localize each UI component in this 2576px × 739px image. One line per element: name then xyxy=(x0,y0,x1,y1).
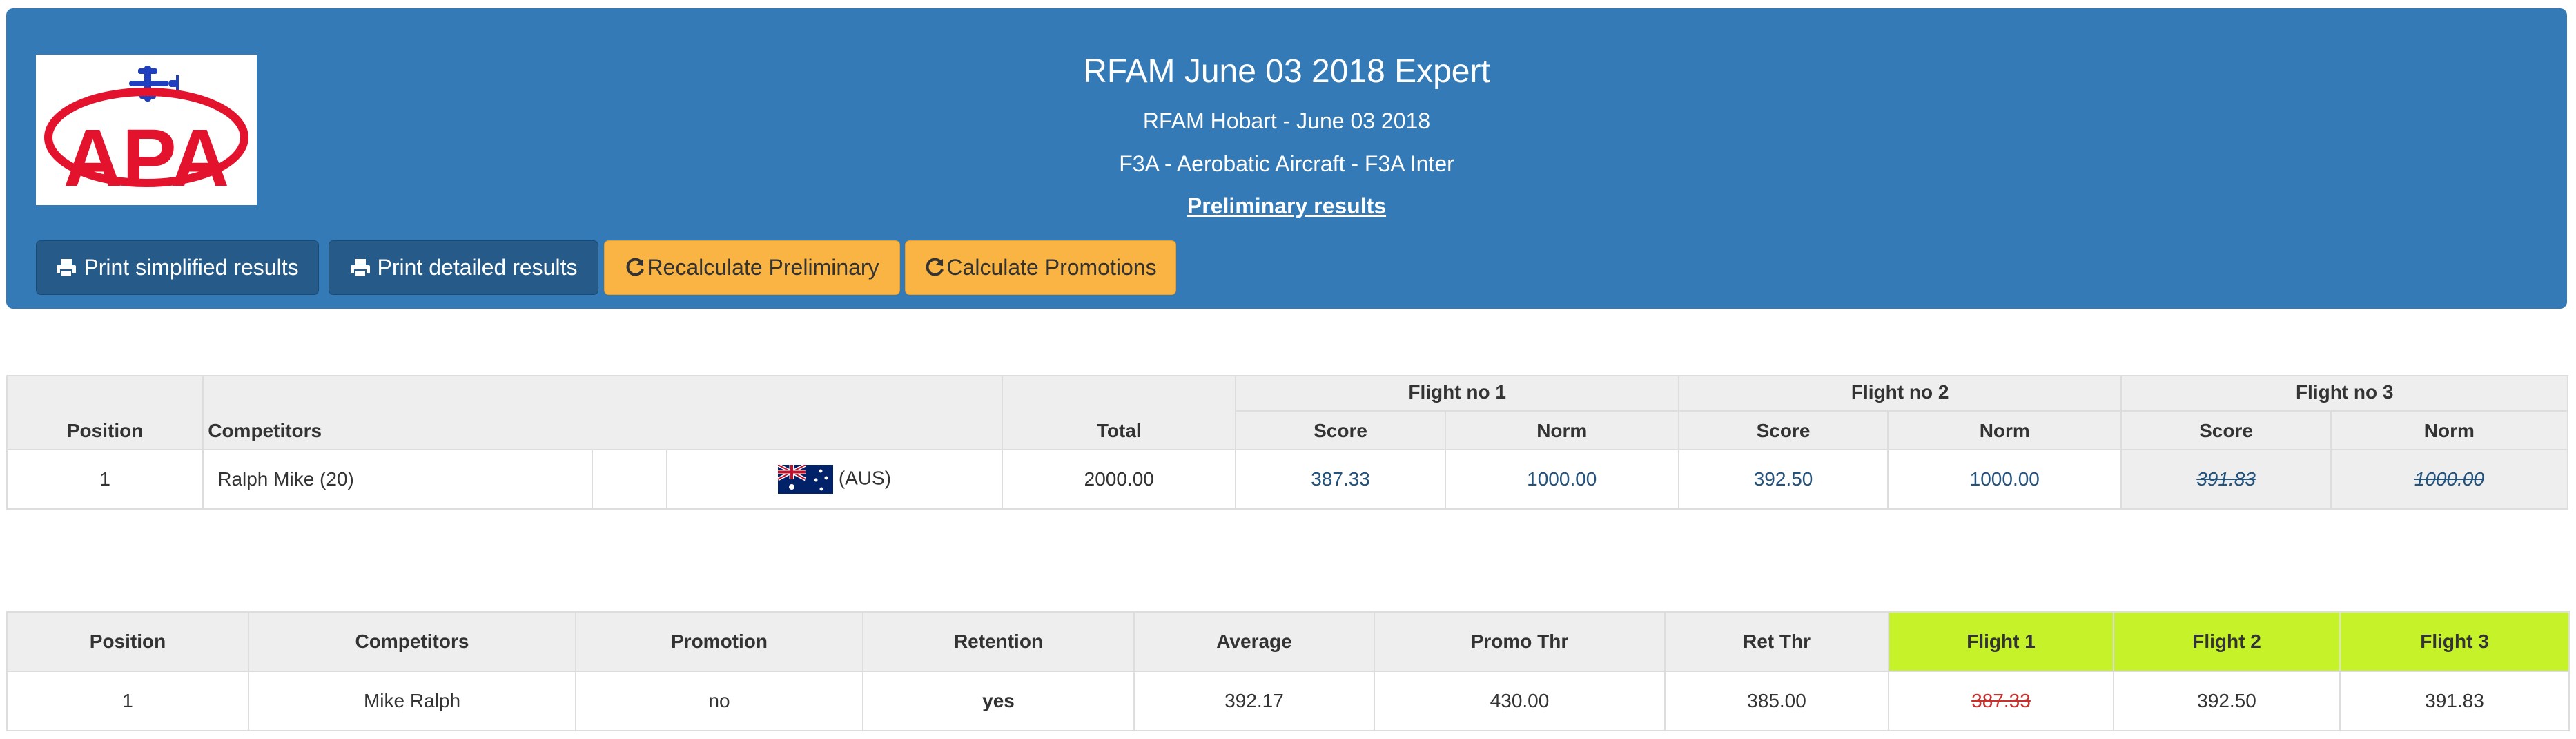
col-total: Total xyxy=(1002,375,1237,450)
promo-row-promotion: no xyxy=(575,671,863,731)
col-f1-score: Score xyxy=(1235,410,1446,450)
printer-icon xyxy=(57,258,77,278)
row-f3-norm-cell: 1000.00 xyxy=(2330,449,2569,510)
promo-col-ret-thr: Ret Thr xyxy=(1664,611,1889,672)
results-table: Position Competitors Total Flight no 1 F… xyxy=(6,375,2569,510)
printer-icon xyxy=(350,258,370,278)
event-subtitle: RFAM Hobart - June 03 2018 xyxy=(1142,108,1431,133)
promo-row-position: 1 xyxy=(6,671,249,731)
promo-row-flight-3: 391.83 xyxy=(2339,671,2570,731)
table-row: 1 Ralph Mike (20) (AUS) 2000.00 387.33 1… xyxy=(6,449,2569,510)
australia-flag-icon xyxy=(777,465,833,494)
event-category: F3A - Aerobatic Aircraft - F3A Inter xyxy=(1119,151,1454,176)
col-f1-norm: Norm xyxy=(1444,410,1679,450)
row-f1-score[interactable]: 387.33 xyxy=(1235,449,1446,510)
refresh-icon xyxy=(627,258,645,276)
results-status: Preliminary results xyxy=(6,193,2567,219)
promo-col-promotion: Promotion xyxy=(575,611,863,672)
promo-col-flight-3: Flight 3 xyxy=(2339,611,2570,672)
event-header-panel: APA RFAM June 03 2018 Expert RFAM Hobart… xyxy=(6,8,2567,309)
promotion-table: Position Competitors Promotion Retention… xyxy=(6,611,2570,731)
col-position: Position xyxy=(6,375,204,450)
table-row: 1 Mike Ralph no yes 392.17 430.00 385.00… xyxy=(6,671,2570,731)
promo-col-position: Position xyxy=(6,611,249,672)
row-empty-cell xyxy=(591,449,667,510)
row-total: 2000.00 xyxy=(1002,449,1237,510)
promo-row-flight-2: 392.50 xyxy=(2113,671,2341,731)
promo-col-retention: Retention xyxy=(862,611,1135,672)
promo-col-flight-1: Flight 1 xyxy=(1888,611,2114,672)
promo-row-average: 392.17 xyxy=(1133,671,1375,731)
calculate-promotions-label: Calculate Promotions xyxy=(946,255,1157,280)
col-f3-score: Score xyxy=(2120,410,2332,450)
recalculate-preliminary-button[interactable]: Recalculate Preliminary xyxy=(604,240,900,295)
promo-col-competitors: Competitors xyxy=(248,611,576,672)
promo-row-retention: yes xyxy=(862,671,1135,731)
print-simplified-button[interactable]: Print simplified results xyxy=(36,240,319,295)
row-country-code: (AUS) xyxy=(838,467,892,489)
promo-row-promo-thr: 430.00 xyxy=(1374,671,1666,731)
recalculate-preliminary-label: Recalculate Preliminary xyxy=(647,255,879,280)
print-detailed-label: Print detailed results xyxy=(377,255,578,280)
row-competitor-name: Ralph Mike (20) xyxy=(202,449,593,510)
promo-row-ret-thr: 385.00 xyxy=(1664,671,1889,731)
promo-col-flight-2: Flight 2 xyxy=(2113,611,2341,672)
calculate-promotions-button[interactable]: Calculate Promotions xyxy=(905,240,1176,295)
results-status-link[interactable]: Preliminary results xyxy=(1187,193,1386,218)
event-title: RFAM June 03 2018 Expert xyxy=(1083,53,1490,90)
promo-col-average: Average xyxy=(1133,611,1375,672)
col-flight-3: Flight no 3 xyxy=(2120,375,2568,412)
row-f2-score[interactable]: 392.50 xyxy=(1677,449,1889,510)
row-f1-norm[interactable]: 1000.00 xyxy=(1444,449,1679,510)
promo-col-promo-thr: Promo Thr xyxy=(1374,611,1666,672)
col-flight-2: Flight no 2 xyxy=(1677,375,2123,412)
promo-row-flight-1-dropped: 387.33 xyxy=(1971,690,2031,711)
col-competitors: Competitors xyxy=(202,375,1004,450)
promo-row-flight-1-cell: 387.33 xyxy=(1888,671,2114,731)
col-f2-norm: Norm xyxy=(1887,410,2123,450)
row-country: (AUS) xyxy=(665,449,1004,510)
print-simplified-label: Print simplified results xyxy=(84,255,299,280)
row-f3-score-cell: 391.83 xyxy=(2120,449,2332,510)
col-flight-1: Flight no 1 xyxy=(1235,375,1679,412)
promo-row-competitor: Mike Ralph xyxy=(248,671,576,731)
row-f2-norm[interactable]: 1000.00 xyxy=(1887,449,2123,510)
col-f2-score: Score xyxy=(1677,410,1889,450)
col-f3-norm: Norm xyxy=(2330,410,2569,450)
refresh-icon xyxy=(926,258,944,276)
row-f3-score-dropped[interactable]: 391.83 xyxy=(2196,468,2256,490)
print-detailed-button[interactable]: Print detailed results xyxy=(329,240,598,295)
row-f3-norm-dropped[interactable]: 1000.00 xyxy=(2414,468,2484,490)
row-position: 1 xyxy=(6,449,204,510)
